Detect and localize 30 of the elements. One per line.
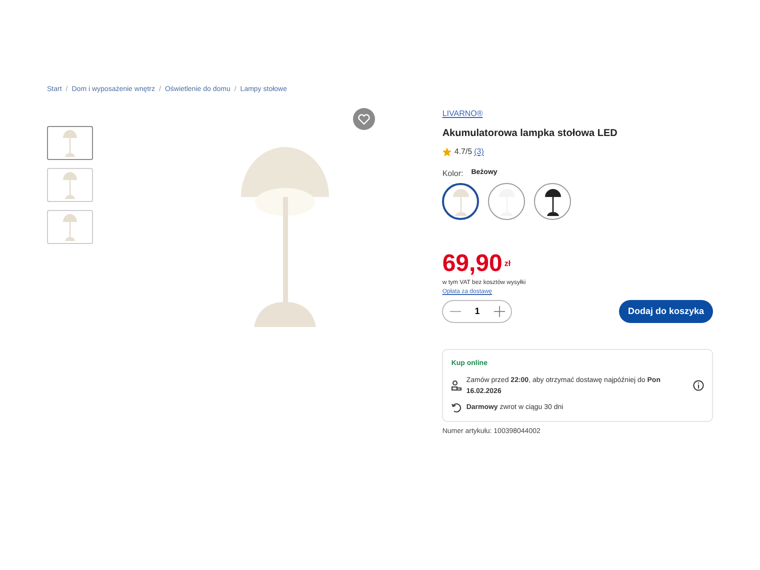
color-swatch[interactable]	[488, 183, 526, 220]
add-to-cart-button[interactable]: Dodaj do koszyka	[618, 300, 713, 323]
price: 69,90	[442, 252, 502, 276]
heart-icon	[358, 114, 370, 124]
plus-button[interactable]	[493, 306, 506, 318]
thumbnail[interactable]	[47, 126, 93, 160]
thumbnail[interactable]	[47, 168, 93, 202]
lamp-thumbnail-drawing	[450, 188, 471, 216]
minus-icon	[450, 311, 461, 312]
lamp-thumbnail-drawing	[542, 188, 563, 216]
lamp-thumbnail-drawing	[496, 188, 517, 216]
product-title: Akumulatorowa lampka stołowa LED	[442, 127, 618, 141]
quantity-value[interactable]: 1	[474, 304, 480, 318]
thumbnail[interactable]	[47, 210, 93, 244]
return-icon	[451, 402, 462, 412]
currency: zł	[504, 258, 511, 270]
reviews-link[interactable]: (3)	[474, 146, 484, 158]
color-label: Kolor:	[442, 168, 464, 180]
lamp-thumbnail-drawing	[62, 129, 78, 157]
color-swatch[interactable]	[534, 183, 572, 220]
color-swatch[interactable]	[442, 183, 480, 220]
star-icon	[442, 147, 452, 157]
parcel-icon	[451, 380, 462, 391]
favorite-button[interactable]	[353, 108, 375, 130]
info-icon[interactable]	[693, 380, 704, 391]
brand-link[interactable]: LIVARNO®	[442, 108, 483, 120]
lamp-thumbnail-drawing	[62, 213, 78, 241]
lamp-thumbnail-drawing	[62, 171, 78, 199]
plus-icon	[494, 306, 505, 317]
rating-text: 4.7/5	[454, 146, 472, 158]
